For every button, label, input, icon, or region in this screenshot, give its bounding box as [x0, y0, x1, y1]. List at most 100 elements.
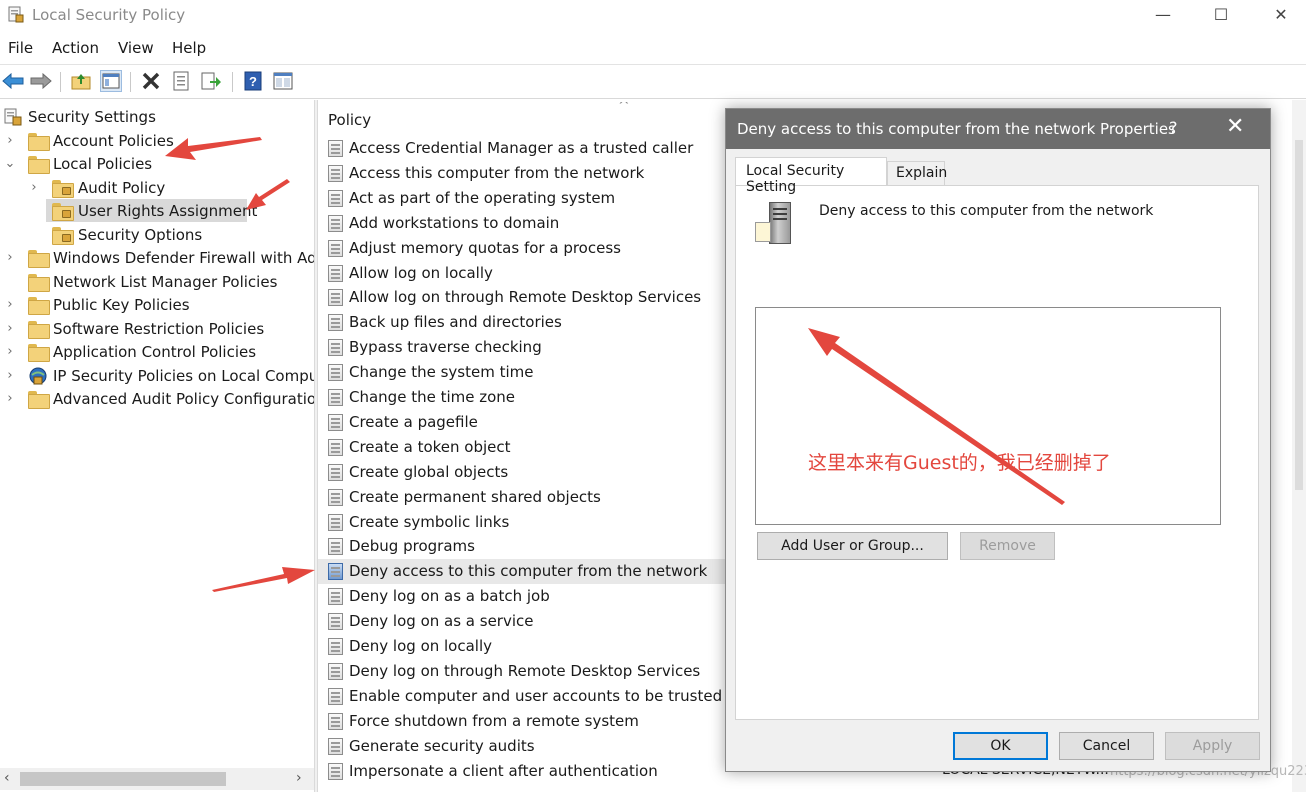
policy-label: Allow log on through Remote Desktop Serv…: [349, 288, 702, 307]
up-folder-icon[interactable]: [70, 70, 92, 92]
toolbar: ?: [0, 66, 1306, 96]
chevron-right-icon[interactable]: ›: [28, 177, 40, 199]
console-view-icon[interactable]: [272, 70, 294, 92]
policy-row[interactable]: Create a token object: [318, 435, 728, 460]
apply-button[interactable]: Apply: [1165, 732, 1260, 760]
policy-row[interactable]: Bypass traverse checking: [318, 335, 728, 360]
toolbar-separator: [130, 72, 131, 92]
chevron-right-icon[interactable]: ›: [4, 388, 16, 410]
tab-local-security-setting[interactable]: Local Security Setting: [735, 157, 887, 195]
policy-label: Create a token object: [349, 437, 511, 456]
scroll-left-icon[interactable]: ‹: [4, 770, 10, 786]
folder-icon: [28, 250, 50, 268]
minimize-button[interactable]: —: [1133, 0, 1193, 30]
ip-security-icon: [29, 367, 47, 385]
tree-node-security-settings[interactable]: Security Settings: [4, 106, 304, 128]
policy-row[interactable]: Allow log on through Remote Desktop Serv…: [318, 285, 728, 310]
chevron-right-icon[interactable]: ›: [4, 318, 16, 340]
ok-button[interactable]: OK: [953, 732, 1048, 760]
policy-icon: [328, 364, 343, 382]
tree-node-application-control[interactable]: › Application Control Policies: [4, 341, 314, 363]
policy-row[interactable]: Act as part of the operating system: [318, 186, 728, 211]
menu-help[interactable]: Help: [172, 39, 206, 57]
chevron-down-icon[interactable]: ⌄: [4, 153, 16, 175]
policy-icon: [328, 189, 343, 207]
remove-button[interactable]: Remove: [960, 532, 1055, 560]
policy-row[interactable]: Create global objects: [318, 460, 728, 485]
scroll-right-icon[interactable]: ›: [296, 770, 302, 786]
properties-icon[interactable]: [170, 70, 192, 92]
scroll-thumb[interactable]: [20, 772, 226, 786]
policy-row[interactable]: Access Credential Manager as a trusted c…: [318, 136, 728, 161]
policy-row[interactable]: Add workstations to domain: [318, 211, 728, 236]
policy-label: Enable computer and user accounts to be …: [349, 686, 728, 705]
tab-explain[interactable]: Explain: [887, 161, 947, 185]
annotation-note: 这里本来有Guest的，我已经删掉了: [808, 452, 1111, 474]
menu-view[interactable]: View: [118, 39, 154, 57]
policy-label: Deny log on as a service: [349, 612, 534, 631]
tree-node-windows-defender-firewall[interactable]: › Windows Defender Firewall with Adva: [4, 247, 314, 269]
tree-horizontal-scrollbar[interactable]: ‹ ›: [0, 768, 314, 790]
policy-row-selected[interactable]: Deny access to this computer from the ne…: [318, 559, 728, 585]
dialog-close-icon[interactable]: ✕: [1226, 114, 1244, 139]
folder-icon: [28, 156, 50, 174]
tree-node-account-policies[interactable]: › Account Policies: [4, 130, 304, 152]
policy-icon: [328, 339, 343, 357]
tree-node-local-policies[interactable]: ⌄ Local Policies: [4, 153, 304, 175]
policy-row[interactable]: Allow log on locally: [318, 261, 728, 286]
help-icon[interactable]: ?: [242, 70, 264, 92]
add-user-or-group-button[interactable]: Add User or Group...: [757, 532, 948, 560]
delete-icon[interactable]: [140, 70, 162, 92]
tree-node-ip-security[interactable]: › IP Security Policies on Local Compute: [4, 365, 314, 387]
policy-row[interactable]: Debug programs: [318, 534, 728, 559]
users-and-groups-listbox[interactable]: 这里本来有Guest的，我已经删掉了: [755, 307, 1221, 525]
policy-label: Bypass traverse checking: [349, 338, 542, 357]
policy-icon: [328, 438, 343, 456]
policy-row[interactable]: Deny log on locally: [318, 634, 728, 659]
policy-row[interactable]: Deny log on as a batch job: [318, 584, 728, 609]
policy-row[interactable]: Generate security audits: [318, 734, 728, 759]
chevron-right-icon[interactable]: ›: [4, 247, 16, 269]
scroll-thumb[interactable]: [1295, 140, 1303, 490]
tree-node-audit-policy[interactable]: › Audit Policy: [28, 177, 308, 199]
policy-icon: [328, 662, 343, 680]
cancel-button[interactable]: Cancel: [1059, 732, 1154, 760]
policy-row[interactable]: Change the system time: [318, 360, 728, 385]
policy-row[interactable]: Create permanent shared objects: [318, 485, 728, 510]
title-bar: Local Security Policy — ☐ ✕: [0, 0, 1306, 32]
policy-row[interactable]: Access this computer from the network: [318, 161, 728, 186]
menu-action[interactable]: Action: [52, 39, 99, 57]
policy-row[interactable]: Deny log on as a service: [318, 609, 728, 634]
close-button[interactable]: ✕: [1251, 0, 1306, 30]
policy-row[interactable]: Change the time zone: [318, 385, 728, 410]
chevron-right-icon[interactable]: ›: [4, 341, 16, 363]
tree-node-software-restriction[interactable]: › Software Restriction Policies: [4, 318, 314, 340]
list-vertical-scrollbar[interactable]: [1292, 100, 1306, 792]
menu-file[interactable]: File: [8, 39, 33, 57]
column-header-policy[interactable]: Policy: [328, 111, 371, 129]
show-hide-tree-icon[interactable]: [100, 70, 122, 92]
policy-row[interactable]: Deny log on through Remote Desktop Servi…: [318, 659, 728, 684]
tree-node-public-key-policies[interactable]: › Public Key Policies: [4, 294, 314, 316]
chevron-right-icon[interactable]: ›: [4, 294, 16, 316]
tree-node-user-rights-assignment[interactable]: User Rights Assignment: [28, 200, 308, 222]
policy-row[interactable]: Impersonate a client after authenticatio…: [318, 759, 728, 784]
policy-row[interactable]: Adjust memory quotas for a process: [318, 236, 728, 261]
policy-row[interactable]: Force shutdown from a remote system: [318, 709, 728, 734]
policy-row[interactable]: Create symbolic links: [318, 510, 728, 535]
maximize-button[interactable]: ☐: [1191, 0, 1251, 30]
chevron-right-icon[interactable]: ›: [4, 130, 16, 152]
policy-row[interactable]: Back up files and directories: [318, 310, 728, 335]
tree-node-network-list-manager[interactable]: Network List Manager Policies: [4, 271, 314, 293]
tree-node-security-options[interactable]: Security Options: [28, 224, 308, 246]
help-icon[interactable]: ?: [1169, 118, 1178, 137]
chevron-right-icon[interactable]: ›: [4, 365, 16, 387]
policy-icon: [328, 289, 343, 307]
policy-icon: [328, 140, 343, 157]
policy-row[interactable]: Create a pagefile: [318, 410, 728, 435]
policy-row[interactable]: Enable computer and user accounts to be …: [318, 684, 728, 709]
forward-arrow-icon[interactable]: [30, 70, 52, 92]
export-list-icon[interactable]: [200, 70, 222, 92]
back-arrow-icon[interactable]: [2, 70, 24, 92]
tree-node-advanced-audit[interactable]: › Advanced Audit Policy Configuration: [4, 388, 314, 410]
